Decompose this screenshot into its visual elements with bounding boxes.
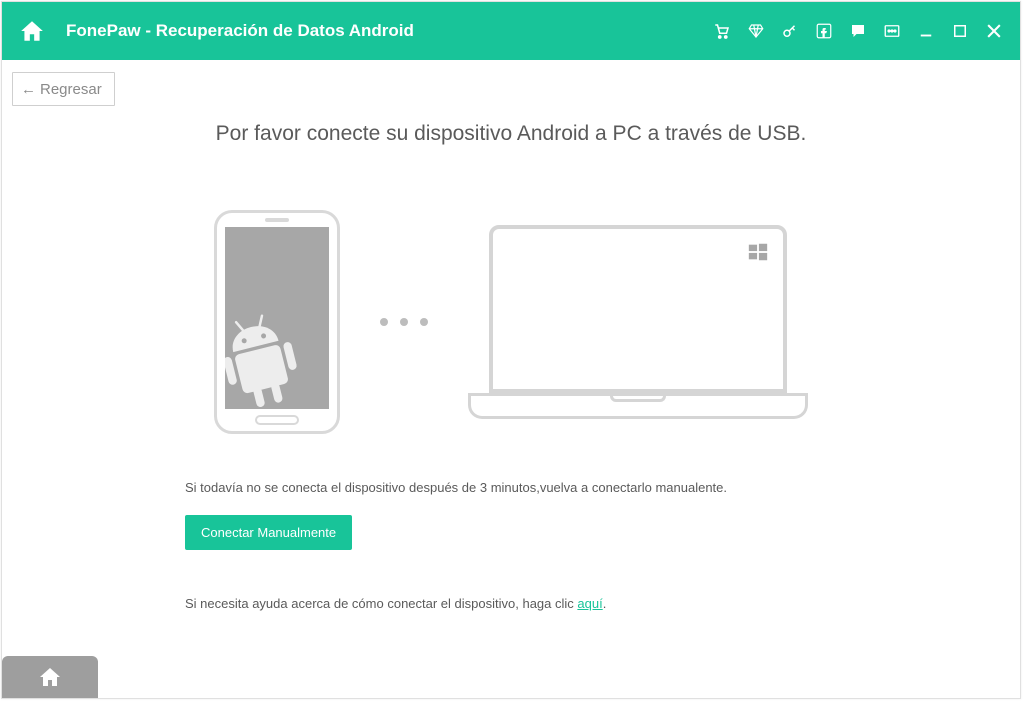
titlebar: FonePaw - Recuperación de Datos Android (2, 2, 1020, 60)
footer-home-tab[interactable] (2, 656, 98, 698)
info-block: Si todavía no se conecta el dispositivo … (185, 480, 840, 611)
help-text-suffix: . (603, 596, 607, 611)
laptop-base (468, 399, 808, 419)
phone-home-button (255, 415, 299, 425)
phone-speaker (265, 218, 289, 222)
laptop-notch (610, 396, 666, 402)
connect-manually-button[interactable]: Conectar Manualmente (185, 515, 352, 550)
dot (380, 318, 388, 326)
hint-text: Si todavía no se conecta el dispositivo … (185, 480, 840, 495)
facebook-icon[interactable] (814, 21, 834, 41)
home-icon (38, 665, 62, 689)
home-icon[interactable] (18, 17, 46, 45)
headline-text: Por favor conecte su dispositivo Android… (2, 122, 1020, 146)
diamond-icon[interactable] (746, 21, 766, 41)
laptop-screen (489, 225, 787, 393)
minimize-icon[interactable] (916, 21, 936, 41)
main-content: Por favor conecte su dispositivo Android… (2, 60, 1020, 698)
dot (420, 318, 428, 326)
dot (400, 318, 408, 326)
help-text-prefix: Si necesita ayuda acerca de cómo conecta… (185, 596, 577, 611)
key-icon[interactable] (780, 21, 800, 41)
maximize-icon[interactable] (950, 21, 970, 41)
app-window: FonePaw - Recuperación de Datos Android (1, 1, 1021, 699)
menu-icon[interactable] (882, 21, 902, 41)
phone-screen (225, 227, 329, 409)
android-icon (225, 302, 313, 409)
connect-illustration (214, 210, 808, 434)
titlebar-actions (712, 21, 1004, 41)
connection-dots (380, 318, 428, 326)
windows-icon (747, 241, 769, 263)
app-title: FonePaw - Recuperación de Datos Android (66, 21, 712, 41)
close-icon[interactable] (984, 21, 1004, 41)
help-text: Si necesita ayuda acerca de cómo conecta… (185, 596, 840, 611)
chat-icon[interactable] (848, 21, 868, 41)
laptop-illustration (468, 225, 808, 419)
help-link[interactable]: aquí (577, 596, 602, 611)
cart-icon[interactable] (712, 21, 732, 41)
phone-illustration (214, 210, 340, 434)
connect-manually-label: Conectar Manualmente (201, 525, 336, 540)
